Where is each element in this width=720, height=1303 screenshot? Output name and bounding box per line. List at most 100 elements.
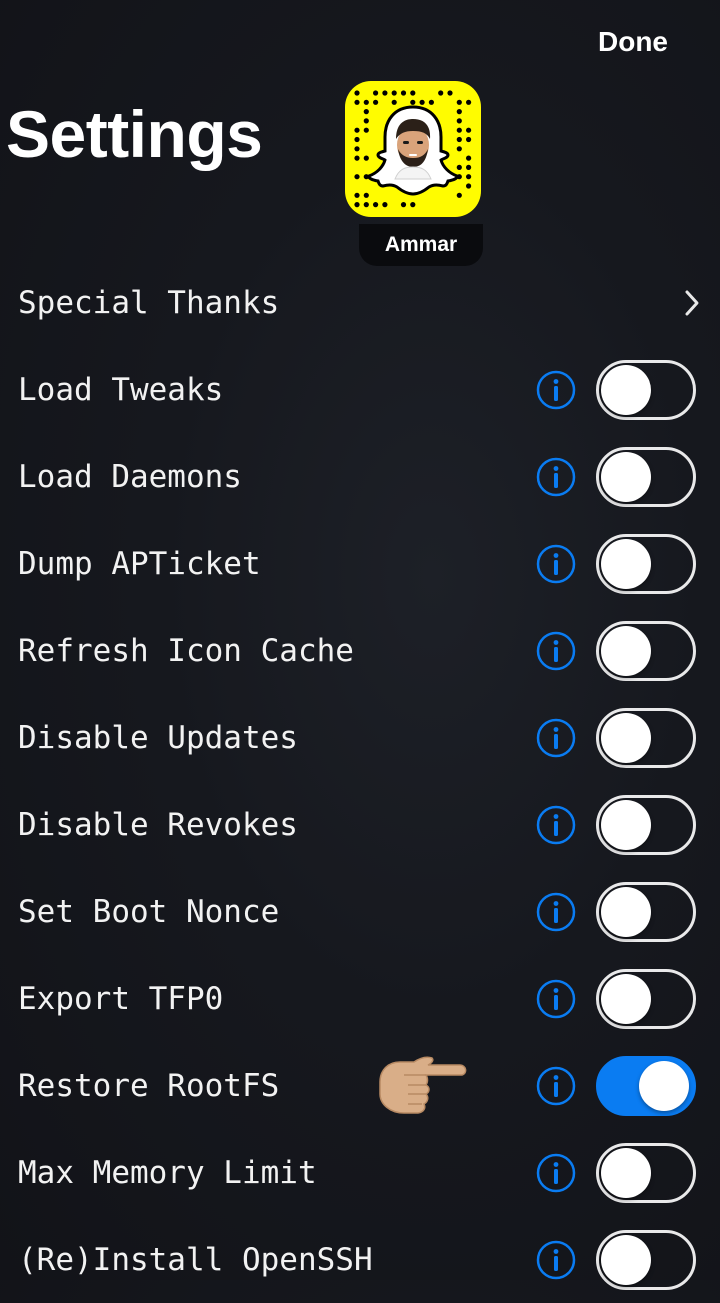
snapcode-dot bbox=[363, 118, 369, 124]
toggle-knob bbox=[601, 539, 651, 589]
toggle-knob bbox=[601, 887, 651, 937]
toggle-knob bbox=[601, 1148, 651, 1198]
row-load-tweaks: Load Tweaks bbox=[0, 347, 720, 433]
snapcode-dot bbox=[419, 99, 425, 105]
snapcode-dot bbox=[373, 90, 379, 96]
snapcode-dot bbox=[363, 202, 369, 208]
snapcode-dot bbox=[354, 202, 360, 208]
row-reinstall-openssh: (Re)Install OpenSSH bbox=[0, 1217, 720, 1303]
snapcode-dot bbox=[466, 174, 472, 180]
info-icon[interactable] bbox=[536, 1240, 576, 1280]
snapcode-dot bbox=[354, 174, 360, 180]
done-button[interactable]: Done bbox=[598, 26, 668, 58]
snapcode-dot bbox=[354, 155, 360, 161]
row-special-thanks[interactable]: Special Thanks bbox=[0, 260, 720, 346]
snapcode-dot bbox=[428, 99, 434, 105]
info-icon[interactable] bbox=[536, 979, 576, 1019]
row-load-daemons: Load Daemons bbox=[0, 434, 720, 520]
row-label: Disable Revokes bbox=[18, 807, 298, 843]
row-max-memory-limit: Max Memory Limit bbox=[0, 1130, 720, 1216]
row-set-boot-nonce: Set Boot Nonce bbox=[0, 869, 720, 955]
toggle-refresh-icon-cache[interactable] bbox=[596, 621, 696, 681]
snapcode-dot bbox=[456, 118, 462, 124]
snapcode-dot bbox=[456, 136, 462, 143]
toggle-knob bbox=[601, 713, 651, 763]
snapcode-dot bbox=[354, 146, 360, 152]
snapcode-dot bbox=[363, 99, 369, 105]
snapcode-dot bbox=[410, 202, 416, 208]
toggle-knob bbox=[601, 626, 651, 676]
snapcode-dot bbox=[363, 155, 369, 161]
row-restore-rootfs: Restore RootFS bbox=[0, 1043, 720, 1129]
snapcode-dot bbox=[354, 99, 360, 105]
row-label: Refresh Icon Cache bbox=[18, 633, 354, 669]
snapcode-dot bbox=[354, 127, 360, 133]
snapcode-dot bbox=[466, 136, 472, 143]
row-export-tfp0: Export TFP0 bbox=[0, 956, 720, 1042]
chevron-right-icon bbox=[685, 290, 699, 316]
info-icon[interactable] bbox=[536, 1066, 576, 1106]
row-label: Restore RootFS bbox=[18, 1068, 280, 1104]
info-icon[interactable] bbox=[536, 1153, 576, 1193]
info-icon[interactable] bbox=[536, 457, 576, 497]
snapcode-dot bbox=[363, 192, 369, 198]
toggle-knob bbox=[639, 1061, 689, 1111]
info-icon[interactable] bbox=[536, 892, 576, 932]
row-dump-apticket: Dump APTicket bbox=[0, 521, 720, 607]
toggle-set-boot-nonce[interactable] bbox=[596, 882, 696, 942]
snapcode-dot bbox=[456, 99, 462, 105]
snapcode-dot bbox=[354, 90, 360, 96]
row-refresh-icon-cache: Refresh Icon Cache bbox=[0, 608, 720, 694]
row-disable-revokes: Disable Revokes bbox=[0, 782, 720, 868]
toggle-load-daemons[interactable] bbox=[596, 447, 696, 507]
toggle-knob bbox=[601, 800, 651, 850]
toggle-knob bbox=[601, 452, 651, 502]
row-label: Load Tweaks bbox=[18, 372, 224, 408]
snapcode-dot bbox=[466, 127, 472, 133]
snapcode-dot bbox=[456, 192, 462, 198]
info-icon[interactable] bbox=[536, 718, 576, 758]
snapcode-dot bbox=[456, 127, 462, 133]
toggle-export-tfp0[interactable] bbox=[596, 969, 696, 1029]
row-label: Export TFP0 bbox=[18, 981, 224, 1017]
snapcode-dot bbox=[363, 127, 369, 133]
row-label: Max Memory Limit bbox=[18, 1155, 317, 1191]
snapcode-dot bbox=[391, 90, 397, 96]
snapcode-dot bbox=[466, 164, 472, 170]
toggle-reinstall-openssh[interactable] bbox=[596, 1230, 696, 1290]
pointing-hand-icon bbox=[379, 1056, 467, 1114]
row-label: Disable Updates bbox=[18, 720, 298, 756]
row-disable-updates: Disable Updates bbox=[0, 695, 720, 781]
info-icon[interactable] bbox=[536, 631, 576, 671]
snapcode-dot bbox=[354, 192, 360, 198]
snapcode-avatar[interactable] bbox=[345, 81, 481, 217]
snapcode-dot bbox=[466, 99, 472, 105]
toggle-restore-rootfs[interactable] bbox=[596, 1056, 696, 1116]
snapcode-dot bbox=[410, 90, 416, 96]
snapcode-dot bbox=[456, 164, 462, 170]
snapcode-dot bbox=[456, 146, 462, 152]
row-label: Load Daemons bbox=[18, 459, 242, 495]
snapcode-dot bbox=[391, 99, 397, 105]
snapcode-dot bbox=[410, 99, 416, 105]
snapcode-dot bbox=[447, 90, 453, 96]
toggle-max-memory-limit[interactable] bbox=[596, 1143, 696, 1203]
toggle-load-tweaks[interactable] bbox=[596, 360, 696, 420]
toggle-knob bbox=[601, 1235, 651, 1285]
snapcode-dot bbox=[466, 155, 472, 161]
snapcode-dot bbox=[373, 202, 379, 208]
info-icon[interactable] bbox=[536, 805, 576, 845]
toggle-disable-updates[interactable] bbox=[596, 708, 696, 768]
toggle-disable-revokes[interactable] bbox=[596, 795, 696, 855]
snapcode-dot bbox=[382, 90, 388, 96]
info-icon[interactable] bbox=[536, 544, 576, 584]
snapcode-dot bbox=[466, 183, 472, 189]
row-label: Dump APTicket bbox=[18, 546, 261, 582]
snapcode-dot bbox=[363, 109, 369, 115]
snapcode-dot bbox=[373, 99, 379, 105]
page-title: Settings bbox=[6, 97, 263, 171]
toggle-knob bbox=[601, 974, 651, 1024]
toggle-dump-apticket[interactable] bbox=[596, 534, 696, 594]
username: Ammar bbox=[384, 233, 458, 256]
info-icon[interactable] bbox=[536, 370, 576, 410]
